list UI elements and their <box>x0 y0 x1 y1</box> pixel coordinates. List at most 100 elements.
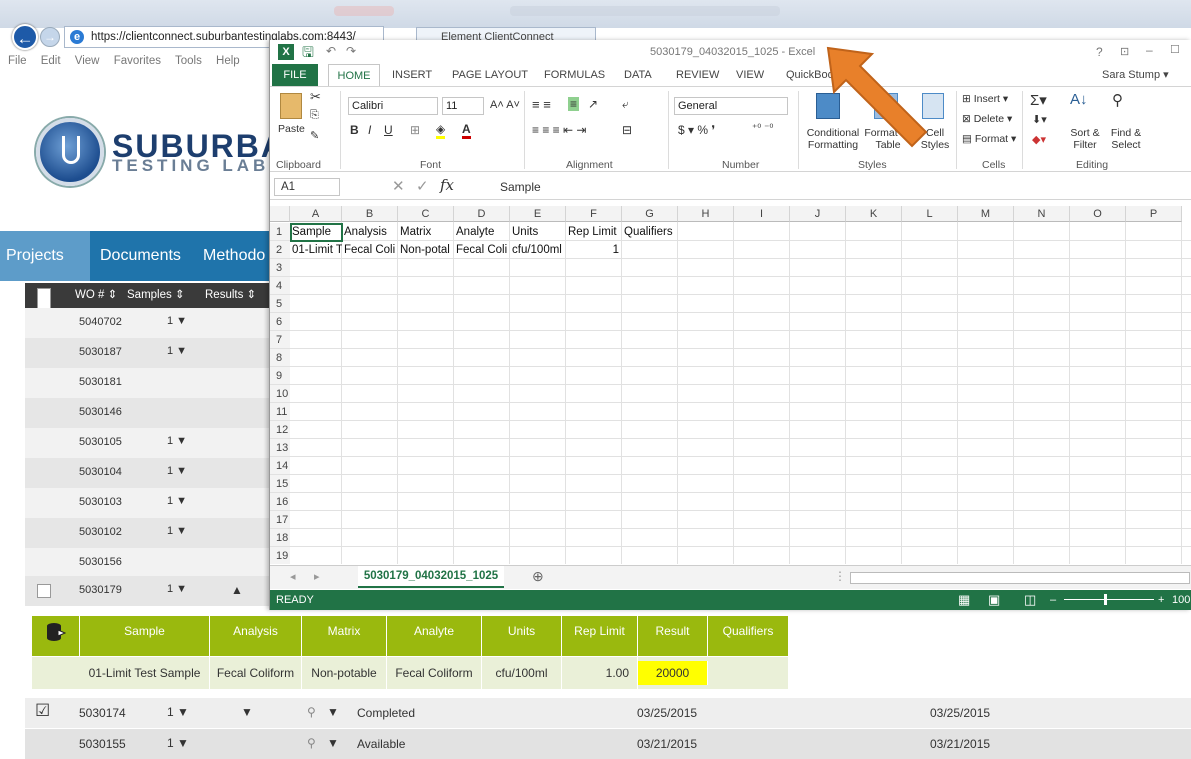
row-header[interactable]: 15 <box>270 475 290 493</box>
table-row[interactable]: 5030156 <box>25 548 280 578</box>
wrap-text-icon[interactable]: ⤶ <box>622 97 629 112</box>
row-header[interactable]: 12 <box>270 421 290 439</box>
column-header[interactable]: L <box>902 206 958 222</box>
row-header[interactable]: 8 <box>270 349 290 367</box>
status-dropdown-icon[interactable]: ▼ <box>327 736 339 750</box>
search-icon[interactable]: ⚲ <box>307 705 316 719</box>
sample-count[interactable]: 1 ▼ <box>167 495 187 507</box>
tab-insert[interactable]: INSERT <box>392 64 432 86</box>
insert-button[interactable]: ⊞ Insert ▾ <box>962 93 1008 105</box>
sample-count[interactable]: 1 ▼ <box>167 736 189 750</box>
grow-font-icon[interactable]: A˄ A˅ <box>490 99 520 111</box>
menu-edit[interactable]: Edit <box>41 55 61 67</box>
column-header[interactable]: N <box>1014 206 1070 222</box>
cell[interactable]: Analysis <box>342 223 398 241</box>
ribbon-display-icon[interactable]: ⊡ <box>1120 45 1129 58</box>
maximize-icon[interactable]: ☐ <box>1170 43 1180 56</box>
underline-icon[interactable]: U <box>384 123 393 137</box>
menu-help[interactable]: Help <box>216 55 240 67</box>
font-name-combo[interactable]: Calibri <box>348 97 438 115</box>
paste-icon[interactable] <box>280 93 302 119</box>
results-dropdown-icon[interactable]: ▼ <box>241 705 253 719</box>
col-results[interactable]: Results ⇕ <box>205 283 256 308</box>
sort-filter-button[interactable]: Sort & Filter <box>1062 127 1108 151</box>
horizontal-scrollbar[interactable] <box>850 572 1190 584</box>
row-header[interactable]: 3 <box>270 259 290 277</box>
save-icon[interactable]: 🖫 <box>302 42 314 66</box>
menu-file[interactable]: File <box>8 55 27 67</box>
tab-page-layout[interactable]: PAGE LAYOUT <box>452 64 528 86</box>
formula-input[interactable]: Sample <box>466 178 1186 196</box>
worksheet-grid[interactable]: A B C D E F G H I J K L M N O P 1 2 3 4 5 6 7 8 9 10 11 12 13 14 15 16 1… <box>270 206 1191 564</box>
sample-count[interactable]: 1 ▼ <box>167 525 187 537</box>
nav-documents[interactable]: Documents <box>100 231 195 281</box>
find-select-button[interactable]: Find & Select <box>1106 127 1146 151</box>
menu-view[interactable]: View <box>75 55 100 67</box>
top-align-icon[interactable]: ≡ ≡ <box>532 97 551 112</box>
column-header[interactable]: O <box>1070 206 1126 222</box>
cell[interactable]: Sample <box>290 223 342 241</box>
undo-icon[interactable]: ↶ <box>326 44 336 58</box>
sample-count[interactable]: 1 ▼ <box>167 705 189 719</box>
row-header[interactable]: 4 <box>270 277 290 295</box>
collapse-arrow-icon[interactable]: ▲ <box>231 583 243 597</box>
table-row[interactable]: ☑ 5030174 1 ▼ ▼ ⚲ ▼ Completed 03/25/2015… <box>25 698 1191 728</box>
column-header[interactable]: I <box>734 206 790 222</box>
redo-icon[interactable]: ↷ <box>346 44 356 58</box>
scroll-left-icon[interactable]: ◂ <box>290 570 296 583</box>
table-row[interactable]: 5030179 1 ▼ ▲ <box>25 576 280 606</box>
zoom-in-icon[interactable]: + <box>1158 590 1164 610</box>
row-checkbox-checked[interactable]: ☑ <box>35 701 50 721</box>
select-all-corner[interactable] <box>270 206 290 222</box>
tab-review[interactable]: REVIEW <box>676 64 719 86</box>
align-left-icon[interactable]: ≡ ≡ ≡ ⇤ ⇥ <box>532 123 586 137</box>
row-header[interactable]: 9 <box>270 367 290 385</box>
format-button[interactable]: ▤ Format ▾ <box>962 133 1016 145</box>
minimize-icon[interactable]: – <box>1146 43 1153 57</box>
add-sheet-icon[interactable]: ⊕ <box>532 568 544 585</box>
sample-count[interactable]: 1 ▼ <box>167 465 187 477</box>
column-header[interactable]: E <box>510 206 566 222</box>
row-header[interactable]: 14 <box>270 457 290 475</box>
cell[interactable]: Matrix <box>398 223 454 241</box>
column-header[interactable]: B <box>342 206 398 222</box>
table-row[interactable]: 5030187 1 ▼ <box>25 338 280 368</box>
cell[interactable]: cfu/100ml <box>510 241 566 259</box>
row-header[interactable]: 6 <box>270 313 290 331</box>
table-row[interactable]: 5030103 1 ▼ <box>25 488 280 518</box>
borders-icon[interactable]: ⊞ <box>410 123 420 137</box>
column-header[interactable]: P <box>1126 206 1182 222</box>
scroll-right-icon[interactable]: ▸ <box>314 570 320 583</box>
cell[interactable]: Units <box>510 223 566 241</box>
help-icon[interactable]: ? <box>1096 45 1103 59</box>
copy-icon[interactable]: ⎘ <box>310 109 319 122</box>
menu-tools[interactable]: Tools <box>175 55 202 67</box>
export-icon[interactable] <box>32 616 80 656</box>
insert-function-icon[interactable]: fx <box>440 176 454 194</box>
cell[interactable]: 1 <box>566 241 622 259</box>
back-button[interactable]: ← <box>12 24 38 50</box>
table-row[interactable]: 5030181 <box>25 368 280 398</box>
sort-filter-icon[interactable]: A↓ <box>1070 91 1088 108</box>
tab-data[interactable]: DATA <box>624 64 652 86</box>
tab-formulas[interactable]: FORMULAS <box>544 64 605 86</box>
nav-projects[interactable]: Projects <box>0 231 90 281</box>
row-header[interactable]: 10 <box>270 385 290 403</box>
paste-button[interactable]: Paste <box>278 123 305 135</box>
column-header[interactable]: K <box>846 206 902 222</box>
cell[interactable]: Analyte <box>454 223 510 241</box>
column-header[interactable]: G <box>622 206 678 222</box>
cell[interactable]: Fecal Coli <box>454 241 510 259</box>
sample-count[interactable]: 1 ▼ <box>167 315 187 327</box>
zoom-out-icon[interactable]: – <box>1050 590 1056 610</box>
row-checkbox[interactable] <box>37 584 51 598</box>
page-break-icon[interactable]: ◫ <box>1024 590 1036 610</box>
cell[interactable]: Non-potal <box>398 241 454 259</box>
delete-button[interactable]: ⊠ Delete ▾ <box>962 113 1012 125</box>
column-header[interactable]: M <box>958 206 1014 222</box>
column-header[interactable]: C <box>398 206 454 222</box>
col-samples[interactable]: Samples ⇕ <box>127 283 185 308</box>
user-name[interactable]: Sara Stump ▾ <box>1102 64 1169 86</box>
table-row[interactable]: 5030102 1 ▼ <box>25 518 280 548</box>
fill-color-icon[interactable]: ◈ <box>436 122 446 139</box>
